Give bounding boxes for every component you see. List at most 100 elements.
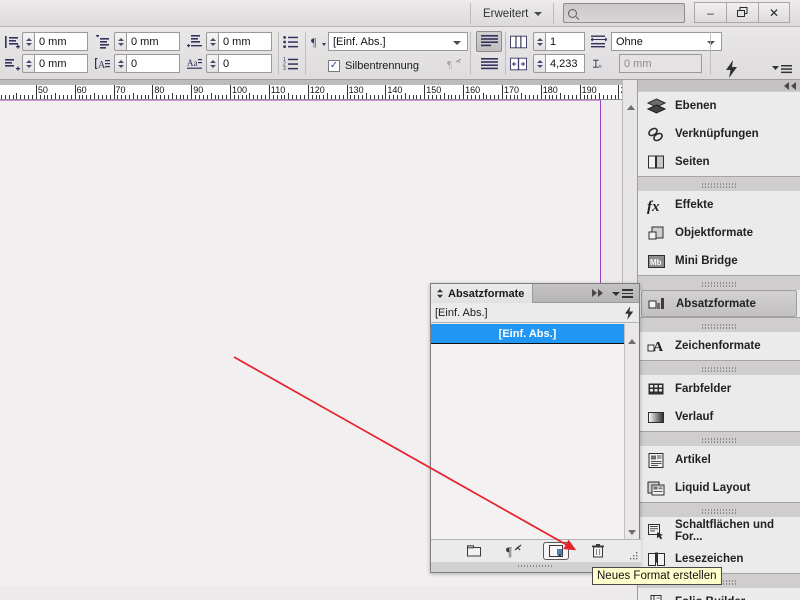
close-button[interactable]: ✕ [758,2,790,23]
control-panel-menu-icon[interactable] [770,59,794,79]
svg-text:¶: ¶ [506,544,512,558]
drop-cap-lines-field[interactable]: 0 [126,54,180,73]
panel-scroll-up-button[interactable] [628,327,636,344]
dock-group-grip[interactable] [638,363,800,375]
drop-cap-chars-field[interactable]: 0 [218,54,272,73]
ruler-major-tick [618,85,620,99]
minimize-icon: – [707,5,714,20]
space-after-field[interactable]: 0 mm [218,32,272,51]
dock-item-character-styles[interactable]: A Zeichenformate [638,332,800,360]
dock-group-grip[interactable] [638,505,800,517]
scroll-up-button[interactable] [623,100,638,115]
new-style-group-button[interactable] [463,542,485,560]
ruler-minor-tick [521,93,523,99]
space-before-field[interactable]: 0 mm [126,32,180,51]
panel-expand-button[interactable] [592,289,603,297]
left-indent-field[interactable]: 0 mm [34,32,88,51]
dock-item-label: Verlauf [675,411,714,423]
paragraph-style-select[interactable]: [Einf. Abs.] [328,32,468,51]
gutter-field[interactable]: 4,233 [545,54,585,73]
layers-icon [646,97,667,116]
ruler-minor-tick [90,95,92,99]
triangle-down-icon [612,291,620,296]
dock-item-gradient[interactable]: Verlauf [638,403,800,431]
ruler-major-tick [463,85,465,99]
align-justify-left-button[interactable] [476,31,502,52]
clear-overrides-button[interactable]: ¶ [503,542,525,560]
quick-apply-icon[interactable] [722,59,742,79]
align-justify-all-button[interactable] [476,54,502,75]
ruler-major-tick [230,85,232,99]
hyphenate-checkbox[interactable]: ✓ Silbentrennung [328,56,419,76]
new-style-button[interactable] [543,542,569,560]
no-break-icon[interactable]: ¶ [446,55,463,72]
workspace-switcher[interactable]: Erweitert [478,4,547,23]
ruler-minor-tick [362,95,364,99]
dock-group-list: Ebenen Verknüpfungen Seiten fx Effekte Objekt… [638,80,800,600]
span-columns-select[interactable]: Ohne [611,32,722,51]
quick-apply-icon[interactable] [625,306,634,323]
restore-button[interactable] [726,2,758,23]
right-indent-stepper[interactable] [22,54,34,73]
grip-dots-icon [702,437,736,443]
dock-group-grip[interactable] [638,179,800,191]
dock-group-grip[interactable] [638,278,800,290]
dock-item-label: Folio Builder [675,596,745,600]
dock-item-liquid-layout[interactable]: Liquid Layout [638,474,800,502]
ruler-minor-tick [28,95,30,99]
tab-absatzformate[interactable]: Absatzformate [431,284,534,303]
numbered-list-icon[interactable]: 1 2 3 [282,55,299,72]
svg-text:A: A [653,340,664,355]
grip-dots-icon [702,182,736,188]
panel-menu-button[interactable] [612,288,634,299]
paragraph-styles-panel[interactable]: Absatzformate [Einf. Abs.] [Einf. Abs.] … [430,283,641,573]
drop-cap-chars-stepper[interactable] [206,54,218,73]
bookmarks-icon [647,550,666,569]
dock-item-swatches[interactable]: Farbfelder [638,375,800,403]
dock-item-fx[interactable]: fx Effekte [638,191,800,219]
ruler-minor-tick [567,95,569,99]
baseline-offset-field[interactable]: 0 mm [619,54,702,73]
left-indent-stepper[interactable] [22,32,34,51]
panel-vertical-scrollbar[interactable] [624,324,639,551]
ruler-minor-tick [490,95,492,99]
ruler-minor-tick [486,95,488,99]
dock-item-paragraph-styles[interactable]: Absatzformate [641,290,797,317]
dock-item-buttons-forms[interactable]: Schaltflächen und For... [638,517,800,545]
minimize-button[interactable]: – [694,2,726,23]
dock-item-links[interactable]: Verknüpfungen [638,120,800,148]
dock-group-grip[interactable] [638,434,800,446]
ruler-minor-tick [8,95,10,99]
panel-resize-grip[interactable] [628,552,638,562]
right-indent-field[interactable]: 0 mm [34,54,88,73]
columns-stepper[interactable] [533,32,545,51]
dock-item-pages[interactable]: Seiten [638,148,800,176]
ruler-minor-tick [82,95,84,99]
collapse-dock-button[interactable] [638,80,800,91]
ruler-minor-tick [280,95,282,99]
dock-item-mini-bridge[interactable]: Mb Mini Bridge [638,247,800,275]
dock-item-object-styles[interactable]: Objektformate [638,219,800,247]
dock-item-layers[interactable]: Ebenen [638,92,800,120]
dock-item-label: Verknüpfungen [675,128,759,140]
style-list[interactable]: [Einf. Abs.] [431,324,625,551]
space-after-stepper[interactable] [206,32,218,51]
ruler-minor-tick [327,93,329,99]
dock-item-folio-builder[interactable]: Folio Builder [638,588,800,600]
bulleted-list-icon[interactable] [282,33,299,50]
dock-group-grip[interactable] [638,320,800,332]
dock-item-articles[interactable]: Artikel [638,446,800,474]
style-list-item[interactable]: [Einf. Abs.] [431,324,624,344]
ruler-minor-tick [435,95,437,99]
space-before-stepper[interactable] [114,32,126,51]
dock-item-label: Objektformate [675,227,753,239]
horizontal-ruler[interactable]: 50 60 70 80 90 100 110 120 130 140 150 160 170 180 190… [0,80,637,100]
search-input[interactable] [563,3,685,23]
ruler-label: 90 [193,85,204,95]
ruler-minor-tick [505,95,507,99]
delete-style-button[interactable] [587,542,609,560]
drop-cap-lines-stepper[interactable] [114,54,126,73]
gutter-stepper[interactable] [533,54,545,73]
columns-field[interactable]: 1 [545,32,585,51]
split-column-icon [510,55,527,72]
